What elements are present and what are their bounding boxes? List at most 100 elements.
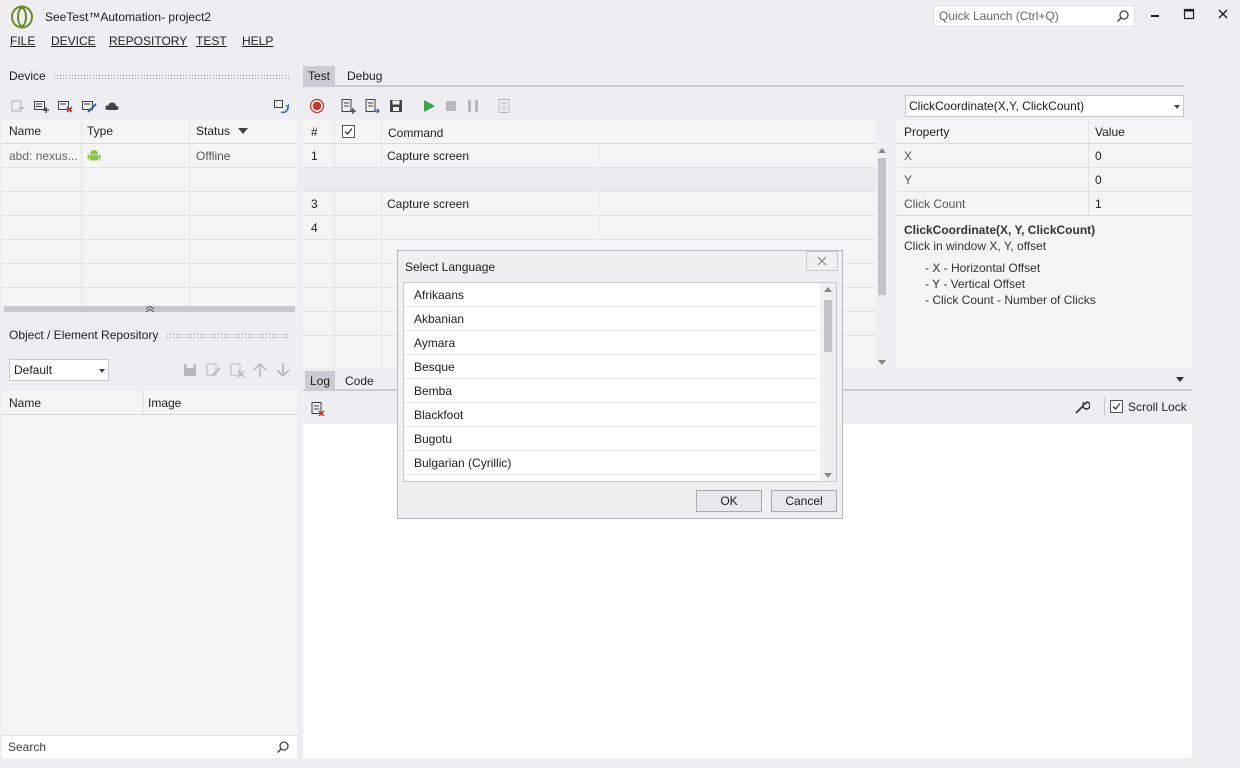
- menu-help[interactable]: HELP: [242, 34, 273, 48]
- language-list[interactable]: Afrikaans Akbanian Aymara Besque Bemba B…: [403, 282, 837, 482]
- checkbox-header-icon[interactable]: [342, 125, 355, 138]
- open-test-icon[interactable]: [364, 98, 380, 114]
- delete-element-icon[interactable]: [229, 362, 245, 378]
- menu-repository[interactable]: REPOSITORY: [109, 34, 187, 48]
- column-header-value[interactable]: Value: [1095, 125, 1125, 139]
- close-icon[interactable]: [1211, 5, 1235, 25]
- window-title: SeeTest™Automation- project2: [45, 10, 212, 24]
- scroll-down-icon[interactable]: [878, 360, 886, 365]
- command-number: 1: [311, 149, 318, 163]
- column-header-property[interactable]: Property: [904, 125, 949, 139]
- record-icon[interactable]: [309, 98, 325, 114]
- column-header-type[interactable]: Type: [87, 124, 113, 138]
- list-item[interactable]: Afrikaans: [404, 283, 819, 307]
- ok-button[interactable]: OK: [696, 490, 762, 512]
- menu-test[interactable]: TEST: [196, 34, 227, 48]
- help-title: ClickCoordinate(X, Y, ClickCount): [904, 223, 1096, 237]
- command-select-value: ClickCoordinate(X,Y, ClickCount): [909, 99, 1085, 113]
- search-icon[interactable]: [1116, 9, 1130, 23]
- list-item[interactable]: Blackfoot: [404, 403, 819, 427]
- dialog-title: Select Language: [405, 260, 496, 274]
- new-test-icon[interactable]: [340, 98, 356, 114]
- search-placeholder: Search: [8, 740, 47, 754]
- scroll-up-icon[interactable]: [824, 287, 832, 292]
- close-icon: [817, 256, 827, 266]
- save-icon[interactable]: [182, 362, 198, 378]
- help-item: - Click Count - Number of Clicks: [925, 293, 1096, 307]
- refresh-devices-icon[interactable]: [273, 98, 289, 114]
- property-value-input[interactable]: 1: [1095, 197, 1102, 211]
- report-icon[interactable]: [496, 98, 512, 114]
- quick-launch-input[interactable]: Quick Launch (Ctrl+Q): [933, 5, 1135, 27]
- tab-test[interactable]: Test: [303, 66, 336, 86]
- command-row[interactable]: [303, 168, 876, 191]
- stop-icon[interactable]: [443, 98, 459, 114]
- menu-file[interactable]: FILE: [10, 34, 35, 48]
- play-icon[interactable]: [421, 98, 437, 114]
- pause-icon[interactable]: [465, 98, 481, 114]
- column-header-command[interactable]: Command: [388, 126, 443, 140]
- save-test-icon[interactable]: [388, 98, 404, 114]
- command-select[interactable]: ClickCoordinate(X,Y, ClickCount): [905, 95, 1184, 117]
- scroll-up-icon[interactable]: [878, 148, 886, 153]
- select-language-dialog: Select Language Afrikaans Akbanian Aymar…: [397, 250, 843, 519]
- tab-log[interactable]: Log: [305, 371, 336, 391]
- scroll-down-icon[interactable]: [824, 473, 832, 478]
- wrench-icon[interactable]: [1074, 399, 1090, 415]
- repository-dropdown[interactable]: Default: [9, 359, 109, 381]
- column-header-image[interactable]: Image: [148, 396, 181, 410]
- sort-down-icon[interactable]: [238, 128, 248, 134]
- list-item[interactable]: Akbanian: [404, 307, 819, 331]
- column-header-number[interactable]: #: [311, 125, 318, 139]
- menu-device[interactable]: DEVICE: [51, 34, 96, 48]
- command-row[interactable]: 1 Capture screen: [303, 144, 876, 167]
- edit-device-icon[interactable]: [81, 98, 97, 114]
- delete-device-icon[interactable]: [57, 98, 73, 114]
- device-row[interactable]: abd: nexus... Offline: [2, 144, 297, 167]
- list-item[interactable]: Bulgarian (Cyrillic): [404, 451, 819, 475]
- column-header-status[interactable]: Status: [196, 124, 230, 138]
- cancel-button[interactable]: Cancel: [771, 490, 837, 512]
- language-list-scrollbar[interactable]: [820, 283, 836, 481]
- scroll-lock-checkbox[interactable]: [1110, 400, 1123, 413]
- device-status: Offline: [196, 149, 231, 163]
- list-item[interactable]: Aymara: [404, 331, 819, 355]
- list-item[interactable]: Bugotu: [404, 427, 819, 451]
- property-value-input[interactable]: 0: [1095, 173, 1102, 187]
- list-item[interactable]: Besque: [404, 355, 819, 379]
- tab-code[interactable]: Code: [340, 371, 379, 391]
- language-label: Besque: [414, 360, 455, 374]
- language-label: Blackfoot: [414, 408, 464, 422]
- column-header-name[interactable]: Name: [9, 396, 41, 410]
- remove-device-icon[interactable]: [10, 98, 26, 114]
- arrow-down-icon[interactable]: [275, 362, 291, 378]
- column-header-name[interactable]: Name: [9, 124, 41, 138]
- add-device-icon[interactable]: [33, 98, 49, 114]
- command-number: 3: [311, 197, 318, 211]
- help-item: - Y - Vertical Offset: [925, 277, 1026, 291]
- dialog-close-button[interactable]: [806, 251, 838, 271]
- chevron-down-icon[interactable]: [1176, 377, 1184, 382]
- repository-search-input[interactable]: Search: [2, 735, 297, 758]
- search-icon[interactable]: [276, 740, 290, 754]
- scrollbar-thumb[interactable]: [878, 158, 886, 295]
- clear-log-icon[interactable]: [310, 401, 326, 417]
- command-help: ClickCoordinate(X, Y, ClickCount) Click …: [897, 216, 1192, 368]
- cloud-icon[interactable]: [104, 98, 120, 114]
- language-label: Akbanian: [414, 312, 465, 326]
- repository-dropdown-value: Default: [14, 363, 53, 377]
- scrollbar-thumb[interactable]: [824, 300, 832, 352]
- device-table: Name Type Status abd: nexus... Offline: [2, 120, 297, 306]
- command-row[interactable]: 4: [303, 216, 876, 239]
- command-row[interactable]: 3 Capture screen: [303, 192, 876, 215]
- arrow-up-icon[interactable]: [252, 362, 268, 378]
- tab-debug[interactable]: Debug: [342, 66, 387, 86]
- edit-element-icon[interactable]: [205, 362, 221, 378]
- minimize-icon[interactable]: [1143, 5, 1167, 25]
- scroll-lock-label[interactable]: Scroll Lock: [1128, 400, 1187, 414]
- maximize-icon[interactable]: [1177, 5, 1201, 25]
- property-value-input[interactable]: 0: [1095, 149, 1102, 163]
- commands-scrollbar[interactable]: [876, 144, 888, 368]
- app-logo-icon: [11, 5, 33, 29]
- list-item[interactable]: Bemba: [404, 379, 819, 403]
